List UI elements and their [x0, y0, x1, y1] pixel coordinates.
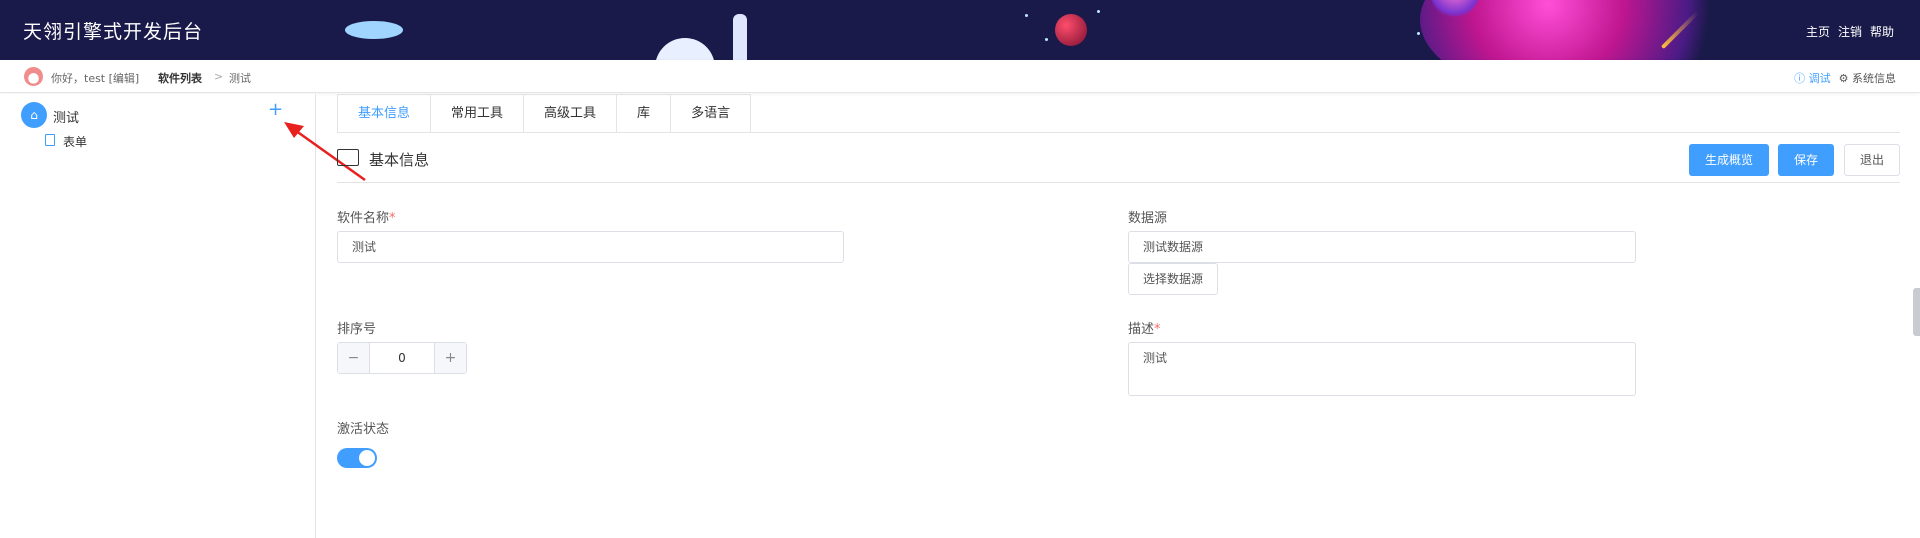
- sidebar-tree: ⌂ 测试 + 表单: [0, 94, 316, 538]
- required-mark: *: [389, 211, 396, 226]
- top-nav: 主页 注销 帮助: [1806, 23, 1894, 40]
- datasource-label: 数据源: [1128, 211, 1168, 226]
- edit-profile-link[interactable]: [编辑]: [109, 72, 140, 85]
- document-icon: [45, 134, 55, 146]
- active-status-label: 激活状态: [337, 422, 390, 437]
- breadcrumb-bar: 你好，test [编辑] 软件列表 > 测试 ⓘ 调试 ⚙ 系统信息: [0, 60, 1920, 93]
- folder-icon: [337, 149, 359, 166]
- header-decoration-blimp: [345, 21, 403, 39]
- exit-button[interactable]: 退出: [1844, 144, 1900, 176]
- order-stepper: − 0 +: [337, 342, 467, 374]
- description-label-text: 描述: [1128, 322, 1155, 337]
- increment-button[interactable]: +: [434, 343, 466, 373]
- active-status-toggle[interactable]: [337, 448, 377, 468]
- header-decoration-star: [1097, 10, 1100, 13]
- tab-advanced-tools[interactable]: 高级工具: [524, 95, 618, 133]
- top-header: 天翎引擎式开发后台 主页 注销 帮助: [0, 0, 1920, 60]
- order-label: 排序号: [337, 322, 377, 337]
- select-datasource-button[interactable]: 选择数据源: [1128, 263, 1219, 295]
- breadcrumb-separator: >: [214, 70, 224, 83]
- datasource-input[interactable]: 测试数据源: [1128, 231, 1636, 263]
- debug-link[interactable]: ⓘ 调试: [1794, 70, 1831, 86]
- header-right-links: ⓘ 调试 ⚙ 系统信息: [1794, 70, 1896, 86]
- software-name-label: 软件名称*: [337, 207, 396, 226]
- description-label: 描述*: [1128, 318, 1161, 337]
- order-value[interactable]: 0: [370, 343, 434, 373]
- tab-common-tools[interactable]: 常用工具: [431, 95, 525, 133]
- generate-overview-button[interactable]: 生成概览: [1689, 144, 1769, 176]
- header-decoration-star: [1417, 32, 1420, 35]
- system-info-link[interactable]: ⚙ 系统信息: [1839, 70, 1896, 86]
- decrement-button[interactable]: −: [338, 343, 370, 373]
- breadcrumb-current: 测试: [229, 72, 251, 85]
- tab-divider: [337, 132, 1900, 133]
- nav-help-link[interactable]: 帮助: [1870, 23, 1894, 40]
- software-name-input[interactable]: 测试: [337, 231, 844, 263]
- software-name-label-text: 软件名称: [337, 211, 390, 226]
- required-mark: *: [1154, 322, 1161, 337]
- side-collapse-handle[interactable]: [1913, 288, 1920, 336]
- section-title: 基本信息: [369, 151, 430, 169]
- toggle-knob: [359, 450, 375, 466]
- section-divider: [337, 182, 1900, 183]
- description-textarea[interactable]: 测试: [1128, 342, 1636, 396]
- home-icon: ⌂: [21, 102, 47, 128]
- tree-root-item[interactable]: 测试: [53, 107, 79, 126]
- tree-child-item[interactable]: 表单: [63, 133, 87, 150]
- nav-home-link[interactable]: 主页: [1806, 23, 1830, 40]
- greeting-text: 你好，test: [51, 72, 106, 85]
- tab-multilanguage[interactable]: 多语言: [671, 95, 750, 133]
- app-title: 天翎引擎式开发后台: [23, 21, 204, 43]
- user-greeting: 你好，test [编辑]: [51, 70, 139, 86]
- breadcrumb-software-list[interactable]: 软件列表: [158, 70, 202, 86]
- header-decoration-star: [1025, 14, 1028, 17]
- save-button[interactable]: 保存: [1778, 144, 1834, 176]
- tab-bar: 基本信息 常用工具 高级工具 库 多语言: [337, 94, 752, 133]
- nav-logout-link[interactable]: 注销: [1838, 23, 1862, 40]
- header-decoration-lighthouse: [733, 14, 747, 60]
- avatar: [24, 67, 43, 86]
- header-decoration-planet-red: [1055, 14, 1087, 46]
- tab-library[interactable]: 库: [617, 95, 672, 133]
- header-decoration-star: [1045, 38, 1048, 41]
- tab-basic-info[interactable]: 基本信息: [338, 95, 432, 133]
- header-decoration-cloud: [655, 38, 715, 60]
